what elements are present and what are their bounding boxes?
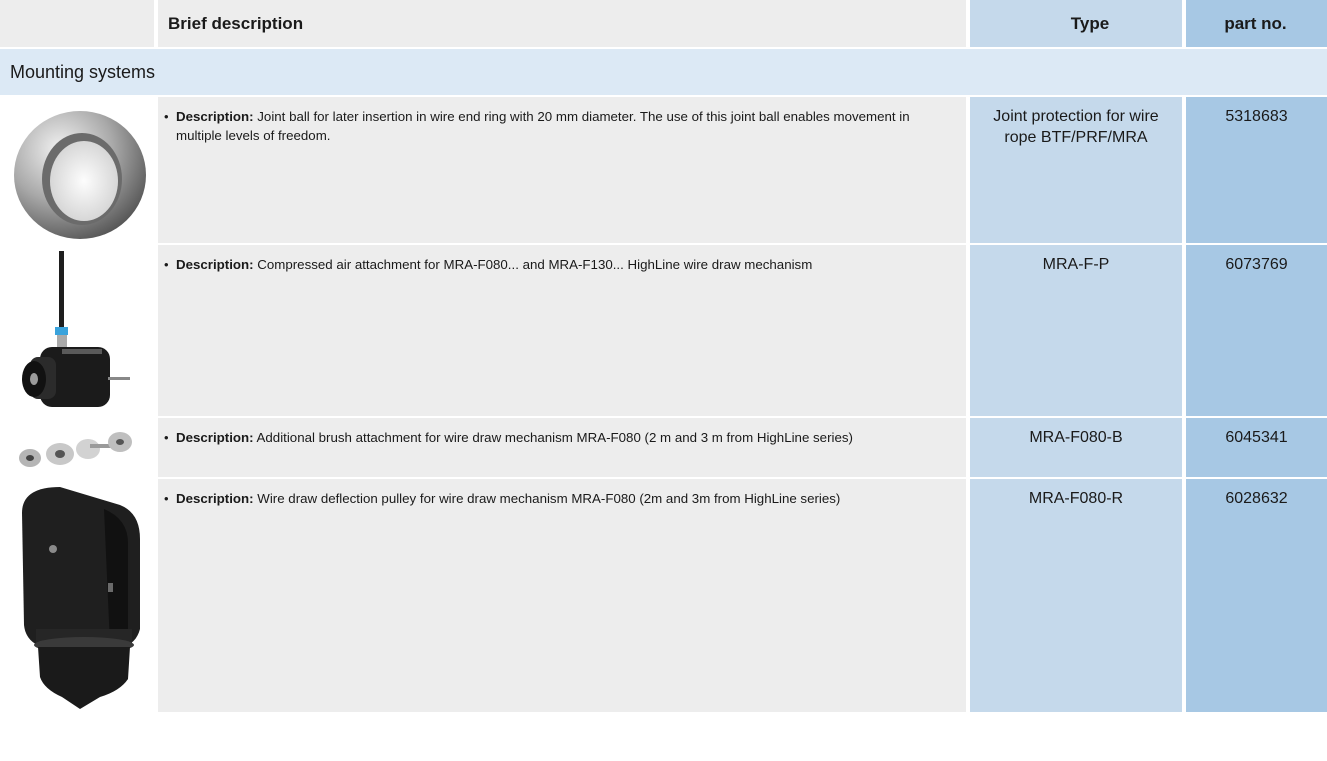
- table-row: • Description: Compressed air attachment…: [0, 245, 1327, 416]
- deflection-pulley-icon: [22, 487, 140, 709]
- description-item: • Description: Joint ball for later inse…: [158, 97, 966, 145]
- description-text: Wire draw deflection pulley for wire dra…: [257, 491, 841, 506]
- header-part-no-cell: part no.: [1186, 0, 1327, 47]
- joint-ball-icon: [14, 111, 146, 239]
- table-row: • Description: Wire draw deflection pull…: [0, 479, 1327, 712]
- table-header: Brief description Type part no.: [0, 0, 1327, 47]
- type-value: MRA-F080-B: [1029, 429, 1123, 446]
- product-image: [0, 97, 154, 243]
- accessory-table: Brief description Type part no. Mounting…: [0, 0, 1327, 712]
- description-item: • Description: Additional brush attachme…: [158, 418, 966, 447]
- description-text: Compressed air attachment for MRA-F080..…: [257, 257, 813, 272]
- description-item: • Description: Compressed air attachment…: [158, 245, 966, 274]
- header-type: Type: [1070, 14, 1110, 33]
- type-value: MRA-F080-R: [1028, 490, 1124, 507]
- header-description: Brief description: [168, 14, 304, 33]
- header-image-cell: [0, 0, 154, 47]
- description-label: Description:: [176, 109, 254, 124]
- bullet-icon: •: [164, 109, 169, 124]
- header-type-cell: Type: [970, 0, 1182, 47]
- part-number: 6028632: [1225, 490, 1288, 507]
- product-image: [0, 479, 154, 712]
- product-image: [0, 418, 154, 477]
- table-row: • Description: Additional brush attachme…: [0, 418, 1327, 477]
- bullet-icon: •: [164, 491, 169, 506]
- type-value: Joint protection for wire rope BTF/PRF/M…: [993, 108, 1159, 146]
- description-item: • Description: Wire draw deflection pull…: [158, 479, 966, 508]
- bullet-icon: •: [164, 257, 169, 272]
- table-row: • Description: Joint ball for later inse…: [0, 97, 1327, 243]
- brush-attachment-icon: [19, 432, 132, 467]
- product-image: [0, 245, 154, 416]
- description-label: Description:: [176, 430, 254, 445]
- header-part-no: part no.: [1224, 14, 1287, 33]
- compressed-air-attachment-icon: [22, 251, 130, 407]
- description-label: Description:: [176, 257, 254, 272]
- bullet-icon: •: [164, 430, 169, 445]
- type-value: MRA-F-P: [1042, 256, 1110, 273]
- part-number: 6073769: [1225, 256, 1288, 273]
- header-description-cell: Brief description: [158, 0, 966, 47]
- description-text: Joint ball for later insertion in wire e…: [176, 109, 910, 143]
- section-title: Mounting systems: [0, 49, 1327, 95]
- description-text: Additional brush attachment for wire dra…: [256, 430, 853, 445]
- description-label: Description:: [176, 491, 254, 506]
- part-number: 5318683: [1225, 108, 1288, 125]
- part-number: 6045341: [1225, 429, 1288, 446]
